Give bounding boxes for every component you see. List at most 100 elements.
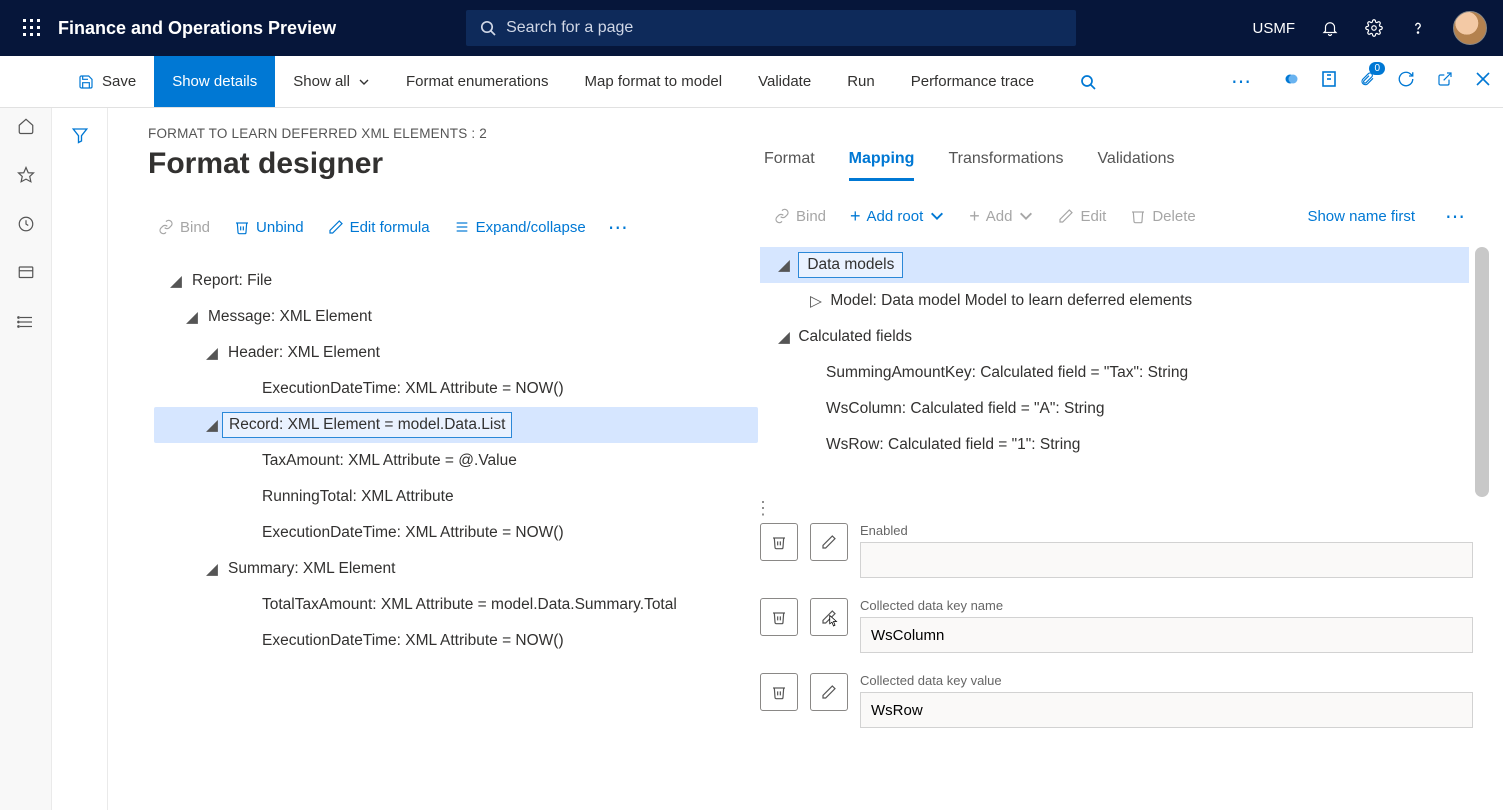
mapping-overflow-icon[interactable]: ⋯ bbox=[1437, 204, 1473, 229]
attachments-icon[interactable]: 0 bbox=[1359, 70, 1375, 93]
dataverse-icon[interactable] bbox=[1281, 70, 1299, 93]
popout-icon[interactable] bbox=[1437, 71, 1453, 92]
help-icon[interactable] bbox=[1409, 19, 1427, 37]
chevron-down-icon bbox=[929, 208, 945, 224]
office-icon[interactable] bbox=[1321, 70, 1337, 93]
tree-node-summary[interactable]: ◢Summary: XML Element bbox=[154, 551, 758, 587]
enabled-edit-button[interactable] bbox=[810, 523, 848, 561]
tree-label: Header: XML Element bbox=[222, 341, 386, 365]
add-root-button[interactable]: + Add root bbox=[840, 203, 955, 229]
star-icon[interactable] bbox=[17, 166, 35, 189]
tree-node-message[interactable]: ◢Message: XML Element bbox=[154, 299, 758, 335]
tree-label: TaxAmount: XML Attribute = @.Value bbox=[256, 449, 523, 473]
datasource-tree: ◢ Data models ▷ Model: Data model Model … bbox=[760, 247, 1469, 463]
add-label: Add bbox=[986, 208, 1013, 225]
expand-collapse-button[interactable]: Expand/collapse bbox=[444, 215, 596, 240]
ds-label: Calculated fields bbox=[798, 328, 912, 346]
ds-node-wscolumn[interactable]: WsColumn: Calculated field = "A": String bbox=[760, 391, 1469, 427]
tab-format[interactable]: Format bbox=[764, 150, 815, 181]
format-enum-label: Format enumerations bbox=[406, 73, 549, 90]
modules-icon[interactable] bbox=[17, 313, 35, 336]
tab-validations[interactable]: Validations bbox=[1097, 150, 1174, 181]
ds-node-wsrow[interactable]: WsRow: Calculated field = "1": String bbox=[760, 427, 1469, 463]
run-label: Run bbox=[847, 73, 875, 90]
tree-node-exec1[interactable]: ExecutionDateTime: XML Attribute = NOW() bbox=[154, 371, 758, 407]
legal-entity[interactable]: USMF bbox=[1253, 20, 1296, 37]
performance-trace-button[interactable]: Performance trace bbox=[893, 56, 1052, 107]
show-details-button[interactable]: Show details bbox=[154, 56, 275, 107]
mapping-bind-button[interactable]: Bind bbox=[764, 204, 836, 229]
tree-node-report[interactable]: ◢Report: File bbox=[154, 263, 758, 299]
edit-formula-label: Edit formula bbox=[350, 219, 430, 236]
page-title: Format designer bbox=[148, 147, 758, 181]
add-button[interactable]: + Add bbox=[959, 203, 1044, 229]
expand-label: Expand/collapse bbox=[476, 219, 586, 236]
tab-transformations[interactable]: Transformations bbox=[948, 150, 1063, 181]
bind-button[interactable]: Bind bbox=[148, 215, 220, 240]
ds-node-summingkey[interactable]: SummingAmountKey: Calculated field = "Ta… bbox=[760, 355, 1469, 391]
edit-formula-button[interactable]: Edit formula bbox=[318, 215, 440, 240]
search-input[interactable]: Search for a page bbox=[466, 10, 1076, 46]
enabled-delete-button[interactable] bbox=[760, 523, 798, 561]
format-enumerations-button[interactable]: Format enumerations bbox=[388, 56, 567, 107]
edit-button[interactable]: Edit bbox=[1048, 204, 1116, 229]
tree-node-header[interactable]: ◢Header: XML Element bbox=[154, 335, 758, 371]
left-overflow-icon[interactable]: ⋯ bbox=[600, 215, 636, 240]
tree-node-runningtotal[interactable]: RunningTotal: XML Attribute bbox=[154, 479, 758, 515]
delete-button[interactable]: Delete bbox=[1120, 204, 1205, 229]
search-placeholder: Search for a page bbox=[506, 19, 633, 37]
ds-node-calculated-fields[interactable]: ◢ Calculated fields bbox=[760, 319, 1469, 355]
waffle-icon[interactable] bbox=[12, 19, 52, 37]
ds-node-data-models[interactable]: ◢ Data models bbox=[760, 247, 1469, 283]
show-all-label: Show all bbox=[293, 73, 350, 90]
tree-label: Message: XML Element bbox=[202, 305, 378, 329]
refresh-icon[interactable] bbox=[1397, 70, 1415, 93]
tree-label: RunningTotal: XML Attribute bbox=[256, 485, 460, 509]
tree-node-exec2[interactable]: ExecutionDateTime: XML Attribute = NOW() bbox=[154, 515, 758, 551]
mapping-bind-label: Bind bbox=[796, 208, 826, 225]
mapping-toolbar: Bind + Add root + Add Edit Delete Show n bbox=[760, 203, 1503, 229]
ds-node-model[interactable]: ▷ Model: Data model Model to learn defer… bbox=[760, 283, 1469, 319]
avatar[interactable] bbox=[1453, 11, 1487, 45]
left-rail bbox=[0, 56, 52, 810]
ds-label: Data models bbox=[798, 252, 903, 278]
tab-mapping[interactable]: Mapping bbox=[849, 150, 915, 181]
keyname-edit-button[interactable] bbox=[810, 598, 848, 636]
gear-icon[interactable] bbox=[1365, 19, 1383, 37]
filter-icon[interactable] bbox=[71, 126, 89, 810]
keyname-label: Collected data key name bbox=[860, 598, 1473, 613]
keyval-edit-button[interactable] bbox=[810, 673, 848, 711]
breadcrumb: FORMAT TO LEARN DEFERRED XML ELEMENTS : … bbox=[148, 126, 758, 141]
find-button[interactable] bbox=[1062, 56, 1114, 107]
keyname-delete-button[interactable] bbox=[760, 598, 798, 636]
tree-node-record[interactable]: ◢Record: XML Element = model.Data.List bbox=[154, 407, 758, 443]
bind-label: Bind bbox=[180, 219, 210, 236]
chevron-down-icon bbox=[1018, 208, 1034, 224]
tree-node-taxamount[interactable]: TaxAmount: XML Attribute = @.Value bbox=[154, 443, 758, 479]
workspace-icon[interactable] bbox=[17, 264, 35, 287]
tree-node-exec3[interactable]: ExecutionDateTime: XML Attribute = NOW() bbox=[154, 623, 758, 659]
save-label: Save bbox=[102, 73, 136, 90]
ds-label: WsRow: Calculated field = "1": String bbox=[826, 436, 1080, 454]
keyval-delete-button[interactable] bbox=[760, 673, 798, 711]
overflow-icon[interactable]: ⋯ bbox=[1223, 69, 1259, 94]
run-button[interactable]: Run bbox=[829, 56, 893, 107]
keyname-input[interactable] bbox=[860, 617, 1473, 653]
show-all-button[interactable]: Show all bbox=[275, 56, 388, 107]
tree-node-totaltax[interactable]: TotalTaxAmount: XML Attribute = model.Da… bbox=[154, 587, 758, 623]
unbind-button[interactable]: Unbind bbox=[224, 215, 314, 240]
keyval-input[interactable] bbox=[860, 692, 1473, 728]
save-button[interactable]: Save bbox=[60, 56, 154, 107]
enabled-input[interactable] bbox=[860, 542, 1473, 578]
map-format-button[interactable]: Map format to model bbox=[567, 56, 741, 107]
edit-label: Edit bbox=[1080, 208, 1106, 225]
scrollbar[interactable] bbox=[1475, 247, 1489, 497]
properties-panel: Enabled Collected data key name bbox=[760, 523, 1503, 728]
recent-icon[interactable] bbox=[17, 215, 35, 238]
bell-icon[interactable] bbox=[1321, 19, 1339, 37]
home-icon[interactable] bbox=[17, 117, 35, 140]
perf-trace-label: Performance trace bbox=[911, 73, 1034, 90]
close-icon[interactable] bbox=[1475, 71, 1491, 92]
validate-button[interactable]: Validate bbox=[740, 56, 829, 107]
show-name-first-link[interactable]: Show name first bbox=[1307, 208, 1415, 225]
